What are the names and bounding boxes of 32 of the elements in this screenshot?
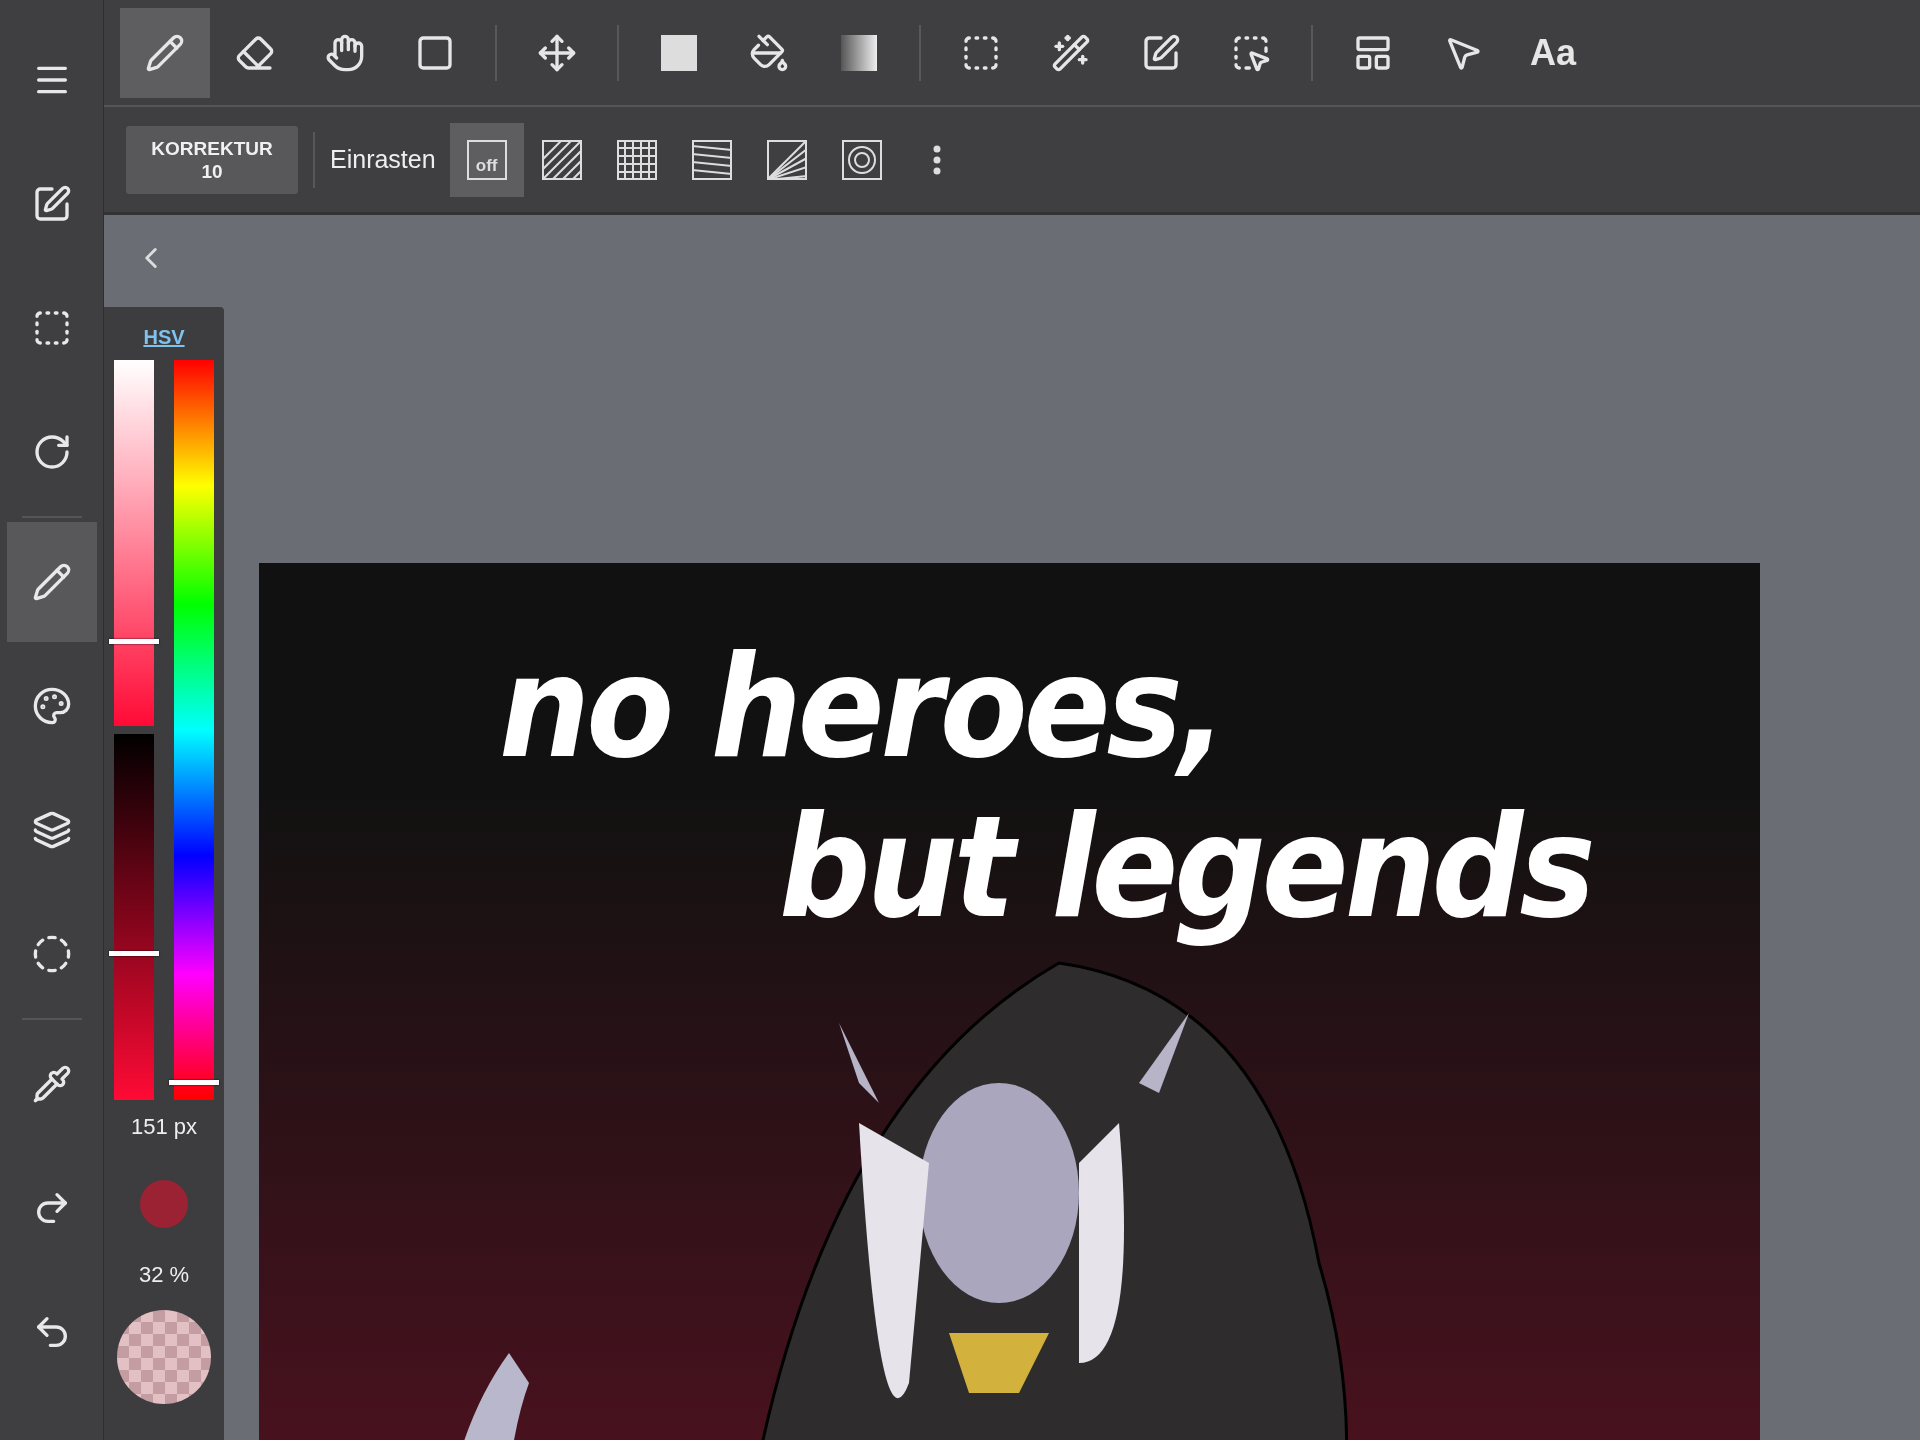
horizontal-lines-icon	[691, 139, 732, 180]
brush-size-text: 151 px	[130, 1114, 198, 1140]
color-swatch[interactable]	[140, 1180, 188, 1228]
slider-thumb[interactable]	[169, 1080, 219, 1086]
diagonal-lines-icon	[541, 139, 582, 180]
opacity-text: 32 %	[138, 1262, 190, 1288]
tool-button[interactable]	[120, 7, 210, 98]
radial-lines-icon	[766, 139, 807, 180]
slider-thumb[interactable]	[109, 638, 159, 644]
snap-button[interactable]: off	[449, 122, 524, 197]
text-tool-button[interactable]: Aa	[1508, 7, 1598, 98]
more-icon	[932, 144, 941, 175]
snap-label: Einrasten	[330, 145, 436, 174]
palette-icon	[31, 686, 72, 726]
pencil-icon	[31, 562, 72, 602]
pencil-icon	[145, 32, 185, 73]
correction-button[interactable]: KORREKTUR 10	[126, 125, 298, 194]
dotted-circle-icon	[31, 934, 72, 974]
selection-pen-icon	[1141, 32, 1181, 73]
magic-wand-icon	[1051, 32, 1091, 73]
gradient-icon	[841, 34, 877, 71]
filled-square-icon	[661, 34, 697, 71]
sidebar-button[interactable]	[6, 522, 97, 642]
color-mode-tab[interactable]: HSV	[137, 325, 191, 350]
grid-icon	[616, 139, 657, 180]
concentric-circles-icon	[841, 139, 882, 180]
paint-bucket-icon	[749, 32, 789, 73]
hand-icon	[325, 32, 365, 73]
move-icon	[537, 32, 577, 73]
eyedropper-icon	[31, 1064, 72, 1104]
slider-thumb[interactable]	[109, 950, 159, 956]
layers-icon	[31, 810, 72, 850]
